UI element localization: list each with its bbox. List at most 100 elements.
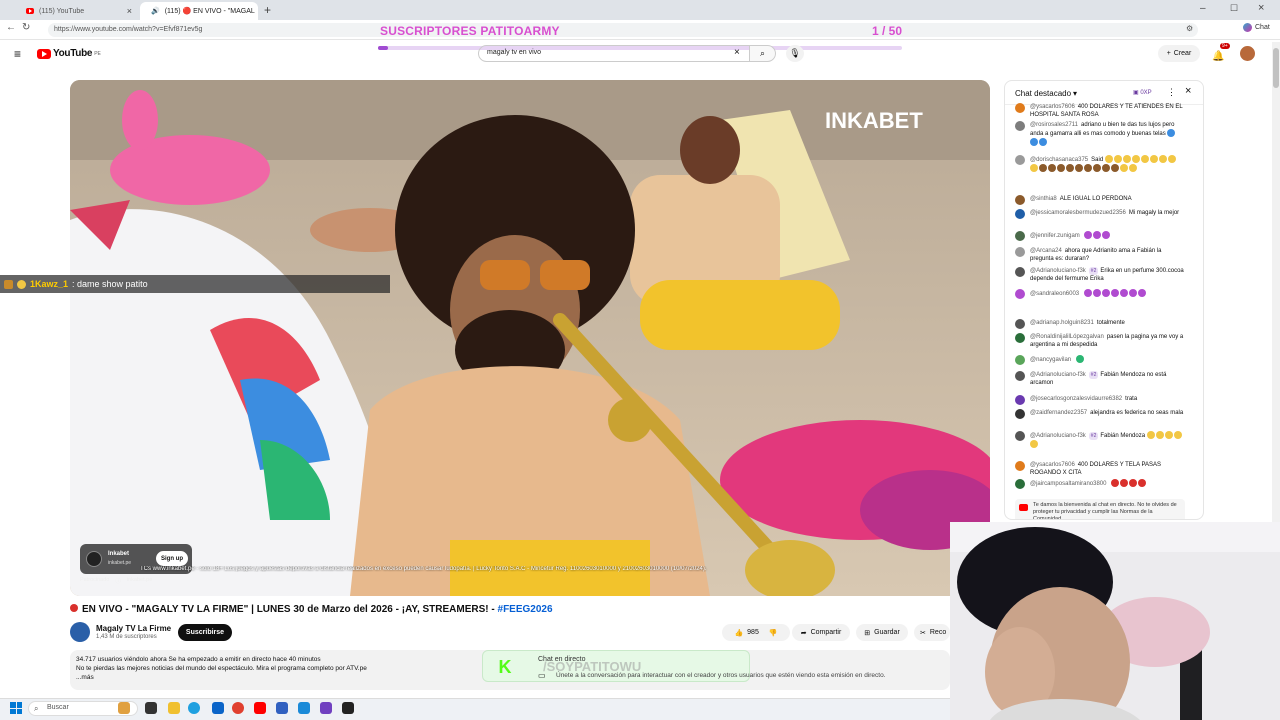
chat-message[interactable]: @Adrianoluciano-f3k #2 Erika en un perfume…: [1015, 267, 1185, 283]
ad-signup-button[interactable]: Sign up: [156, 551, 188, 566]
chat-author[interactable]: @zaidfernandez2357: [1030, 410, 1087, 416]
chat-message[interactable]: @RonaldinijalilLópezgalvan pasen la pagin…: [1015, 333, 1185, 349]
chat-message[interactable]: @ysacarlos7606 400 DOLARES Y TELA PASAS R…: [1015, 461, 1185, 477]
subscribe-button[interactable]: Suscribirse: [178, 624, 232, 641]
notifications-button[interactable]: 🔔 9+: [1212, 43, 1230, 64]
chat-message[interactable]: @adrianap.holguin8231 totalmente: [1015, 319, 1185, 329]
chat-author[interactable]: @Arcana24: [1030, 248, 1062, 254]
youtube-logo[interactable]: YouTube PE: [37, 48, 101, 59]
chat-author[interactable]: @dorischasanaca375: [1030, 157, 1088, 163]
clear-search-icon[interactable]: ×: [734, 47, 740, 58]
discord-icon[interactable]: [320, 702, 332, 714]
chat-avatar[interactable]: [1015, 289, 1025, 299]
chat-message[interactable]: @sinthia8 ALE IGUAL LO PERDONA: [1015, 195, 1185, 205]
page-scrollbar[interactable]: [1272, 42, 1280, 522]
chat-message[interactable]: @Adrianoluciano-f3k #2 Fabián Mendoza: [1015, 431, 1185, 448]
maximize-icon[interactable]: ☐: [1230, 3, 1238, 14]
windows-start-icon[interactable]: [10, 702, 22, 714]
chat-message[interactable]: @josecarlosgonzalesvidaurre6382 trata: [1015, 395, 1185, 405]
chat-author[interactable]: @jennifer.zunigam: [1030, 233, 1080, 239]
chat-avatar[interactable]: [1015, 461, 1025, 471]
chat-author[interactable]: @sinthia8: [1030, 196, 1057, 202]
chat-author[interactable]: @RonaldinijalilLópezgalvan: [1030, 334, 1104, 340]
chat-avatar[interactable]: [1015, 431, 1025, 441]
window-close-icon[interactable]: ×: [1258, 2, 1264, 14]
search-button[interactable]: ⌕: [750, 45, 776, 62]
video-player[interactable]: INKABET Inkabet inkabet.pe Sign up Patro…: [70, 80, 990, 596]
chat-avatar[interactable]: [1015, 155, 1025, 165]
weather-icon[interactable]: [118, 702, 130, 714]
chat-avatar[interactable]: [1015, 209, 1025, 219]
chat-avatar[interactable]: [1015, 247, 1025, 257]
extensions-icon[interactable]: ⚙: [1186, 24, 1193, 33]
obs-icon[interactable]: [342, 702, 354, 714]
chat-author[interactable]: @Adrianoluciano-f3k: [1030, 268, 1086, 274]
chat-message[interactable]: @Arcana24 ahora que Adrianito ama a Fabiá…: [1015, 247, 1185, 263]
menu-icon[interactable]: ≡: [14, 47, 21, 61]
points-badge[interactable]: ▣ 0XP: [1133, 89, 1152, 96]
close-chat-icon[interactable]: ×: [1185, 85, 1191, 97]
chat-avatar[interactable]: [1015, 195, 1025, 205]
chat-author[interactable]: @sandraleon6003: [1030, 291, 1079, 297]
chat-author[interactable]: @Adrianoluciano-f3k: [1030, 433, 1086, 439]
chat-avatar[interactable]: [1015, 371, 1025, 381]
channel-avatar[interactable]: [70, 622, 90, 642]
chat-author[interactable]: @Adrianoluciano-f3k: [1030, 372, 1086, 378]
chat-author[interactable]: @ysacarlos7606: [1030, 104, 1075, 110]
chat-author[interactable]: @adrianap.holguin8231: [1030, 320, 1094, 326]
scrollbar-thumb[interactable]: [1273, 48, 1279, 88]
chat-author[interactable]: @josecarlosgonzalesvidaurre6382: [1030, 396, 1122, 402]
chat-avatar[interactable]: [1015, 267, 1025, 277]
chat-join-bar[interactable]: Chat en directo ▭ Únete a la conversació…: [530, 654, 950, 688]
minimize-icon[interactable]: –: [1200, 3, 1206, 14]
app-icon[interactable]: [276, 702, 288, 714]
more-options-icon[interactable]: ⋮: [1167, 87, 1176, 98]
chat-message[interactable]: @ysacarlos7606 400 DOLARES Y TE ATIENDES …: [1015, 103, 1185, 119]
task-view-icon[interactable]: [145, 702, 157, 714]
chat-message[interactable]: @jaircamposaltamirano3800: [1015, 479, 1185, 489]
search-input[interactable]: magaly tv en vivo: [478, 45, 750, 62]
sponsored-domain[interactable]: inkabet.pe: [127, 577, 152, 585]
copilot-chat-button[interactable]: Chat: [1243, 23, 1270, 32]
chat-avatar[interactable]: [1015, 409, 1025, 419]
tab-live[interactable]: 🔊 (115) 🔴 EN VIVO - "MAGAL ×: [140, 2, 258, 20]
file-explorer-icon[interactable]: [168, 702, 180, 714]
chat-avatar[interactable]: [1015, 319, 1025, 329]
chat-author[interactable]: @jaircamposaltamirano3800: [1030, 481, 1106, 487]
chat-message[interactable]: @nancygavilan: [1015, 355, 1185, 365]
avatar[interactable]: [1240, 46, 1255, 61]
store-icon[interactable]: [212, 702, 224, 714]
chat-author[interactable]: @rosirosales2711: [1030, 122, 1078, 128]
chat-mode-dropdown[interactable]: Chat destacado ▾: [1015, 89, 1077, 98]
url-field[interactable]: https://www.youtube.com/watch?v=Efvf871e…: [48, 23, 1198, 37]
new-tab-icon[interactable]: +: [264, 3, 271, 17]
chat-message[interactable]: @sandraleon6003: [1015, 289, 1185, 299]
save-button[interactable]: ⊞ Guardar: [856, 624, 908, 641]
chat-message[interactable]: @rosirosales2711 adriano u bien te das tu…: [1015, 121, 1185, 146]
chat-avatar[interactable]: [1015, 395, 1025, 405]
share-button[interactable]: ➦ Compartir: [792, 624, 850, 641]
tab-youtube[interactable]: (115) YouTube ×: [20, 2, 138, 20]
chat-message[interactable]: @zaidfernandez2357 alejandra es federica …: [1015, 409, 1185, 419]
info-icon[interactable]: ⓘ: [115, 577, 121, 585]
channel-name[interactable]: Magaly TV La Firme: [96, 624, 171, 633]
chat-avatar[interactable]: [1015, 333, 1025, 343]
youtube-app-icon[interactable]: [254, 702, 266, 714]
like-count[interactable]: 985: [747, 629, 759, 636]
chat-message[interactable]: @dorischasanaca375 Said: [1015, 155, 1185, 172]
chat-message[interactable]: @jessicamoralesbermudezued2356 Mi magaly …: [1015, 209, 1185, 219]
chat-avatar[interactable]: [1015, 231, 1025, 241]
voice-search-button[interactable]: 🎙: [786, 45, 804, 62]
back-icon[interactable]: ←: [6, 22, 16, 33]
edge-icon[interactable]: [188, 702, 200, 714]
dislike-icon[interactable]: 👎: [769, 629, 778, 637]
refresh-icon[interactable]: ↻: [22, 22, 30, 33]
chat-author[interactable]: @ysacarlos7606: [1030, 462, 1075, 468]
photos-icon[interactable]: [298, 702, 310, 714]
chat-avatar[interactable]: [1015, 103, 1025, 113]
chat-author[interactable]: @nancygavilan: [1030, 357, 1071, 363]
chat-author[interactable]: @jessicamoralesbermudezued2356: [1030, 210, 1126, 216]
chat-avatar[interactable]: [1015, 121, 1025, 131]
title-hashtag[interactable]: #FEEG2026: [498, 604, 553, 615]
close-icon[interactable]: ×: [127, 6, 132, 16]
